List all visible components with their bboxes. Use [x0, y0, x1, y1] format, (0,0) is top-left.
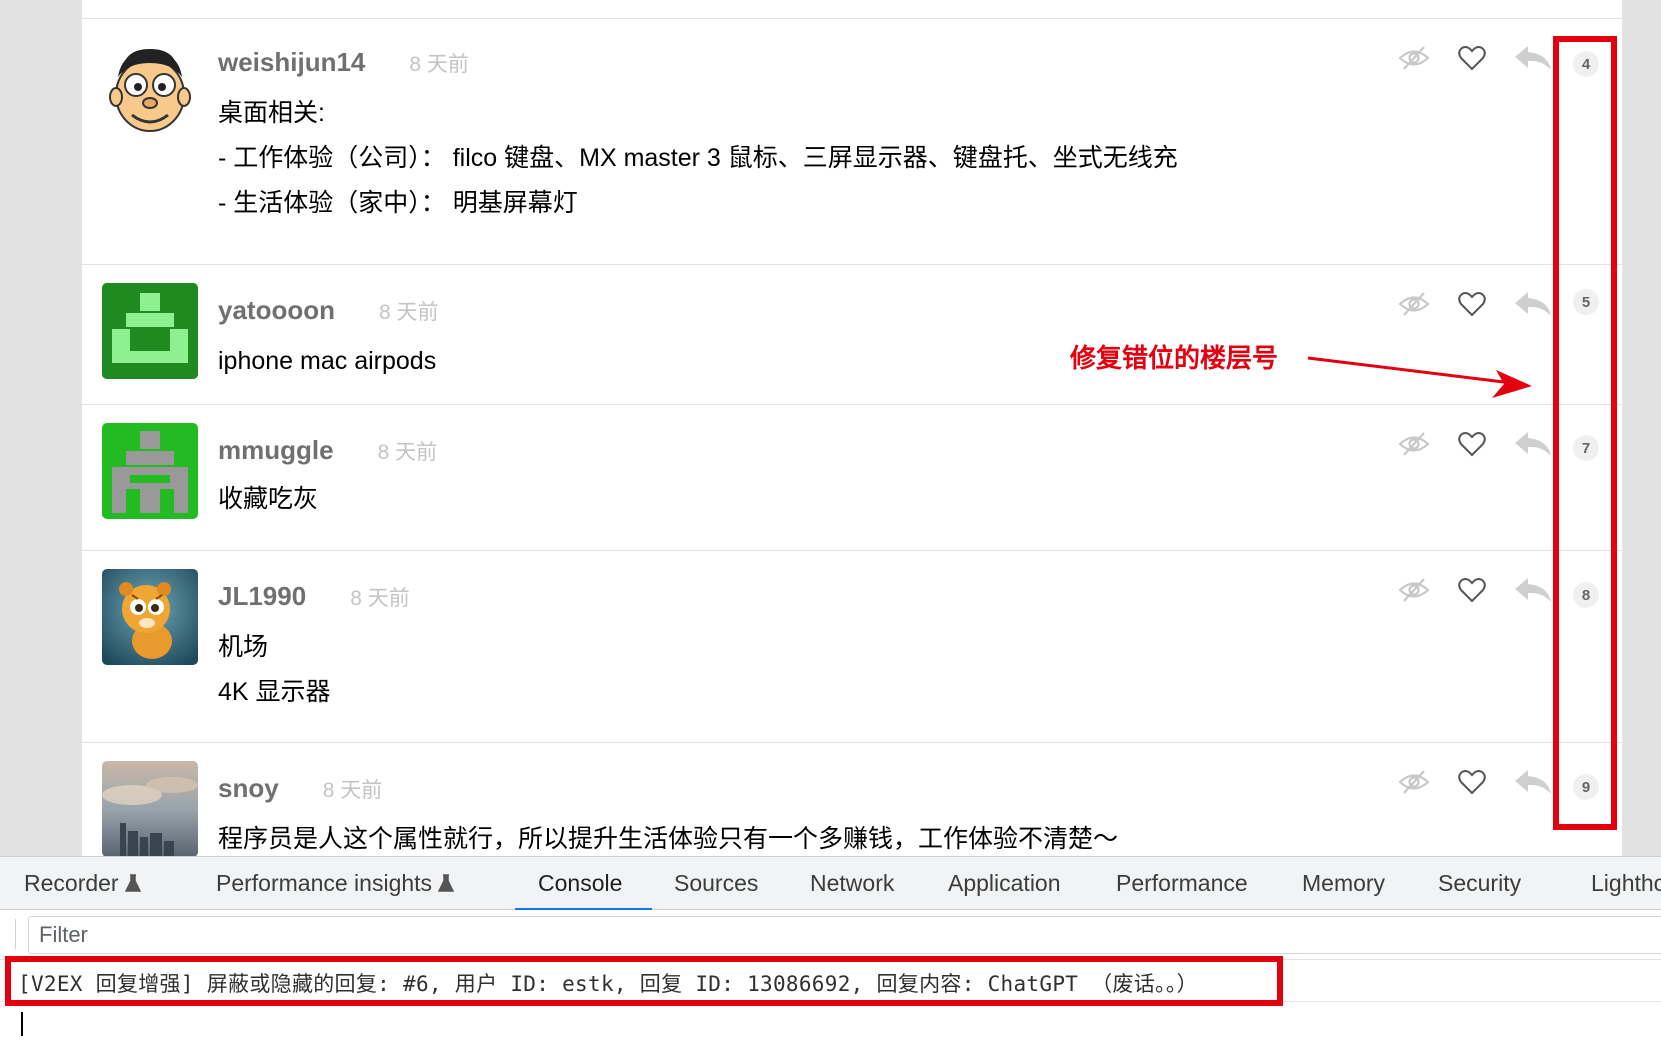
reply-content: 程序员是人这个属性就行，所以提升生活体验只有一个多赚钱，工作体验不清楚～ [218, 817, 1118, 856]
console-highlight-box [5, 956, 1283, 1006]
reply-username[interactable]: JL1990 8 天前 [218, 581, 410, 612]
content-line: - 工作体验（公司）： filco 键盘、MX master 3 鼠标、三屏显示… [218, 144, 1178, 172]
reply-time: 8 天前 [377, 441, 438, 464]
tab-application[interactable]: Application [948, 870, 1061, 897]
heart-icon[interactable] [1458, 431, 1486, 457]
heart-icon[interactable] [1458, 45, 1486, 71]
tab-network[interactable]: Network [810, 870, 894, 897]
tab-performance[interactable]: Performance [1116, 870, 1248, 897]
reply-username[interactable]: weishijun14 8 天前 [218, 47, 469, 78]
tab-label: Performance insights [216, 870, 433, 896]
reply-content: 桌面相关: - 工作体验（公司）： filco 键盘、MX master 3 鼠… [218, 91, 1178, 226]
console-filter-bar [0, 910, 1661, 960]
city-skyline-avatar-icon [102, 761, 198, 856]
heart-icon[interactable] [1458, 291, 1486, 317]
green-identicon-avatar-icon [102, 283, 198, 379]
flask-icon [438, 870, 455, 896]
reply-arrow-icon[interactable] [1514, 291, 1552, 317]
tab-memory[interactable]: Memory [1302, 870, 1385, 897]
reply-time: 8 天前 [322, 779, 383, 802]
reply-actions [1398, 769, 1552, 795]
reply-time: 8 天前 [379, 301, 439, 324]
tab-console[interactable]: Console [538, 870, 622, 897]
reply-item: snoy 8 天前 程序员是人这个属性就行，所以提升生活体验只有一个多赚钱，工作体… [82, 742, 1622, 856]
avatar[interactable] [102, 41, 198, 137]
tab-lighthouse[interactable]: Lighthouse [1591, 870, 1661, 897]
eye-slash-icon[interactable] [1398, 45, 1430, 71]
reply-arrow-icon[interactable] [1514, 769, 1552, 795]
reply-content: iphone mac airpods [218, 339, 436, 384]
reply-username[interactable]: yatoooon 8 天前 [218, 295, 439, 326]
reply-actions [1398, 45, 1552, 71]
console-prompt-caret[interactable] [21, 1012, 23, 1036]
tab-recorder[interactable]: Recorder [24, 870, 142, 897]
green-gray-identicon-avatar-icon [102, 423, 198, 519]
username-text[interactable]: snoy [218, 773, 279, 803]
reply-arrow-icon[interactable] [1514, 45, 1552, 71]
reply-content: 机场 4K 显示器 [218, 625, 331, 715]
tiger-cub-avatar-icon [102, 569, 198, 665]
avatar[interactable] [102, 569, 198, 665]
reply-content: 收藏吃灰 [218, 477, 318, 522]
eye-slash-icon[interactable] [1398, 769, 1430, 795]
floor-highlight-box [1553, 36, 1617, 830]
eye-slash-icon[interactable] [1398, 431, 1430, 457]
reply-actions [1398, 431, 1552, 457]
reply-actions [1398, 291, 1552, 317]
content-line: 4K 显示器 [218, 678, 331, 706]
content-line: - 生活体验（家中）： 明基屏幕灯 [218, 189, 578, 217]
reply-time: 8 天前 [350, 587, 410, 610]
content-line: 收藏吃灰 [218, 485, 319, 513]
avatar[interactable] [102, 283, 198, 379]
reply-time: 8 天前 [409, 53, 469, 76]
username-text[interactable]: mmuggle [218, 435, 334, 465]
content-line: 机场 [218, 633, 269, 661]
content-line: 桌面相关: [218, 99, 325, 127]
tab-label: Recorder [24, 870, 119, 896]
tab-security[interactable]: Security [1438, 870, 1521, 897]
tab-performance-insights[interactable]: Performance insights [216, 870, 455, 897]
filter-input[interactable] [39, 921, 439, 949]
avatar[interactable] [102, 761, 198, 856]
reply-arrow-icon[interactable] [1514, 577, 1552, 603]
eye-slash-icon[interactable] [1398, 577, 1430, 603]
reply-item: mmuggle 8 天前 收藏吃灰 [82, 404, 1622, 550]
v2ex-page-area: weishijun14 8 天前 桌面相关: - 工作体验（公司）： filco … [0, 0, 1661, 856]
filter-box [28, 916, 1661, 954]
reply-item: weishijun14 8 天前 桌面相关: - 工作体验（公司）： filco … [82, 18, 1622, 264]
tab-sources[interactable]: Sources [674, 870, 758, 897]
flask-icon [124, 870, 142, 896]
cartoon-face-avatar-icon [102, 41, 198, 137]
replies-card: weishijun14 8 天前 桌面相关: - 工作体验（公司）： filco … [82, 0, 1622, 856]
content-line: 程序员是人这个属性就行，所以提升生活体验只有一个多赚钱，工作体验不清楚～ [218, 825, 1119, 853]
content-line: iphone mac airpods [218, 347, 437, 375]
divider [15, 919, 16, 949]
reply-item: JL1990 8 天前 机场 4K 显示器 [82, 550, 1622, 742]
reply-actions [1398, 577, 1552, 603]
annotation-label: 修复错位的楼层号 [1070, 343, 1279, 373]
eye-slash-icon[interactable] [1398, 291, 1430, 317]
annotation-arrow-icon [1307, 356, 1532, 398]
heart-icon[interactable] [1458, 577, 1486, 603]
heart-icon[interactable] [1458, 769, 1486, 795]
reply-username[interactable]: snoy 8 天前 [218, 773, 382, 804]
reply-arrow-icon[interactable] [1514, 431, 1552, 457]
reply-username[interactable]: mmuggle 8 天前 [218, 435, 437, 466]
avatar[interactable] [102, 423, 198, 519]
username-text[interactable]: JL1990 [218, 581, 306, 611]
username-text[interactable]: weishijun14 [218, 47, 365, 77]
devtools-tabbar: Recorder Performance insights Console So… [0, 856, 1661, 911]
username-text[interactable]: yatoooon [218, 295, 335, 325]
page: weishijun14 8 天前 桌面相关: - 工作体验（公司）： filco … [0, 0, 1661, 1056]
